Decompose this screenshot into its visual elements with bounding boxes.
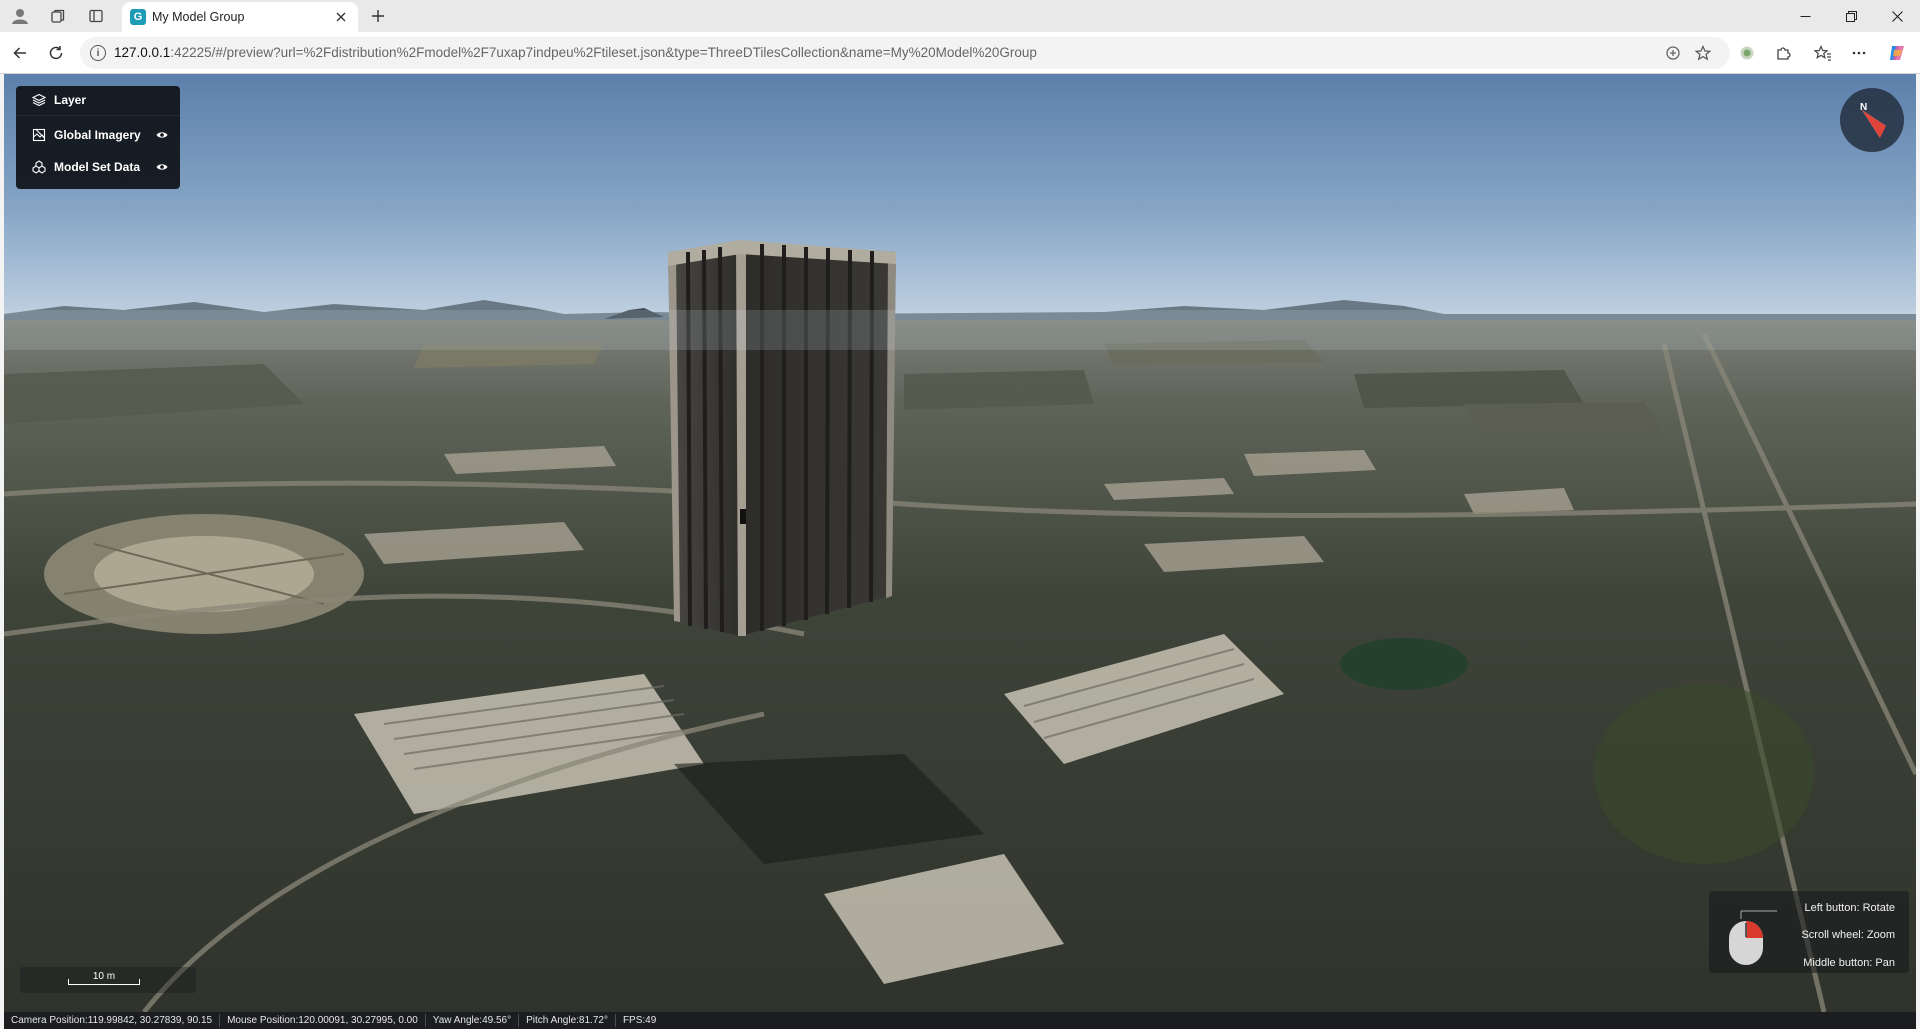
status-bar: Camera Position:119.99842, 30.27839, 90.…	[4, 1012, 1916, 1029]
layer-item-model-set-data[interactable]: Model Set Data	[16, 153, 180, 181]
url-host: 127.0.0.1	[114, 45, 171, 60]
model-icon	[32, 160, 46, 174]
camera-position: Camera Position:119.99842, 30.27839, 90.…	[4, 1014, 221, 1027]
minimize-icon[interactable]	[1782, 0, 1828, 32]
favorites-icon[interactable]	[1810, 40, 1836, 66]
layer-item-global-imagery[interactable]: Global Imagery	[16, 121, 180, 149]
scale-bar: 10 m	[20, 967, 196, 993]
active-tab[interactable]: G My Model Group	[122, 2, 358, 32]
more-icon[interactable]	[1846, 40, 1872, 66]
layer-item-label: Global Imagery	[54, 128, 141, 142]
compass-north-label: N	[1860, 102, 1868, 113]
favorite-star-icon[interactable]	[1692, 43, 1714, 63]
url-text: 127.0.0.1:42225/#/preview?url=%2Fdistrib…	[114, 45, 1037, 60]
layer-panel: Layer Global Imagery Model Set Data	[16, 86, 180, 189]
copilot-icon[interactable]	[1884, 40, 1910, 66]
window-close-icon[interactable]	[1874, 0, 1920, 32]
close-icon[interactable]	[330, 6, 352, 28]
back-icon[interactable]	[6, 40, 34, 66]
fps: FPS:49	[622, 1015, 657, 1026]
scale-bar-line	[68, 979, 140, 985]
refresh-icon[interactable]	[42, 40, 70, 66]
collections-icon[interactable]	[44, 4, 72, 28]
tab-title: My Model Group	[152, 10, 245, 24]
divider	[16, 115, 180, 116]
compass-needle-icon	[1862, 110, 1886, 138]
puzzle-icon[interactable]	[1770, 40, 1796, 66]
address-toolbar: i 127.0.0.1:42225/#/preview?url=%2Fdistr…	[0, 32, 1920, 74]
site-info-icon[interactable]: i	[90, 45, 106, 61]
pitch-angle: Pitch Angle:81.72°	[519, 1014, 616, 1027]
restore-icon[interactable]	[1828, 0, 1874, 32]
url-field[interactable]: i 127.0.0.1:42225/#/preview?url=%2Fdistr…	[80, 37, 1730, 69]
url-path: :42225/#/preview?url=%2Fdistribution%2Fm…	[170, 45, 1037, 60]
mouse-help-scroll: Scroll wheel: Zoom	[1801, 929, 1895, 941]
layer-panel-title: Layer	[54, 93, 87, 107]
mouse-icon	[1729, 910, 1777, 965]
yaw-angle: Yaw Angle:49.56°	[426, 1014, 520, 1027]
translate-icon[interactable]	[1662, 43, 1684, 63]
tab-actions-icon[interactable]	[82, 4, 110, 28]
tab-bar: G My Model Group	[0, 0, 1920, 32]
eye-icon[interactable]	[156, 129, 168, 141]
imagery-icon	[32, 128, 46, 142]
terrain-scene[interactable]	[4, 74, 1916, 1012]
layer-panel-header[interactable]: Layer	[16, 86, 180, 114]
site-favicon-icon: G	[130, 9, 146, 25]
extension-icon[interactable]	[1734, 40, 1760, 66]
layer-item-label: Model Set Data	[54, 160, 141, 174]
profile-icon[interactable]	[6, 4, 34, 28]
layers-icon	[32, 93, 46, 107]
map-viewport[interactable]: Layer Global Imagery Model Set Data N Le…	[4, 74, 1916, 1012]
mouse-controls-help: Left button: Rotate Scroll wheel: Zoom M…	[1709, 891, 1909, 973]
mouse-position: Mouse Position:120.00091, 30.27995, 0.00	[220, 1014, 426, 1027]
mouse-help-middle: Middle button: Pan	[1803, 957, 1895, 969]
building-model[interactable]	[668, 240, 896, 636]
mouse-help-left: Left button: Rotate	[1804, 902, 1895, 914]
compass[interactable]: N	[1840, 88, 1904, 152]
eye-icon[interactable]	[156, 161, 168, 173]
new-tab-icon[interactable]	[364, 4, 392, 28]
